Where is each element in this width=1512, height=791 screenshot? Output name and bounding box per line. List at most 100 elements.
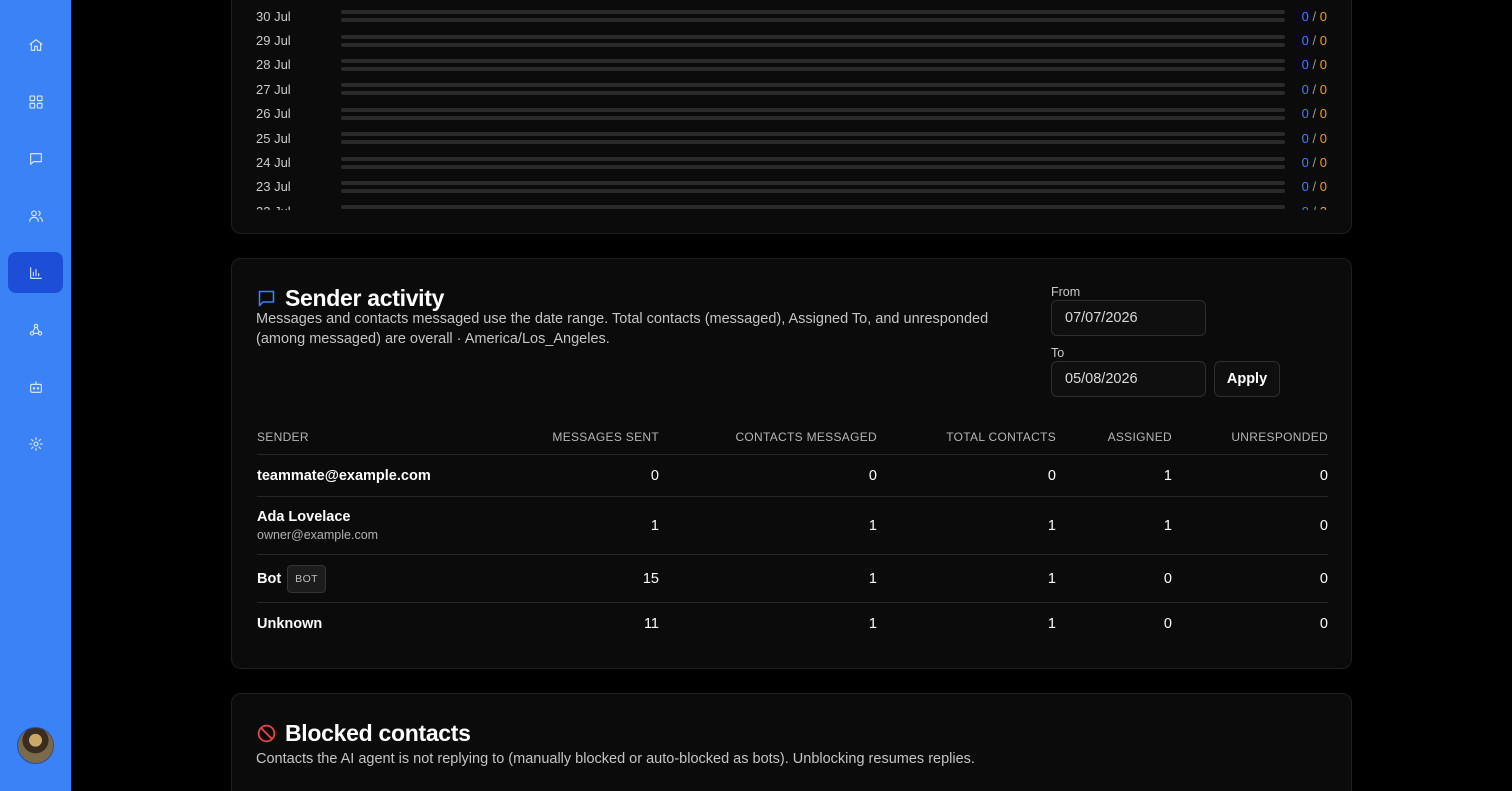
column-header[interactable]: SENDER [257,427,487,455]
day-label: 29 Jul [256,33,291,49]
nav-analytics[interactable] [8,252,63,293]
day-counts: 0 / 0 [1302,82,1327,97]
from-date-input[interactable] [1051,300,1206,336]
unresponded-cell: 0 [1172,554,1328,603]
sidebar [0,0,71,791]
messages-sent-cell: 11 [643,615,659,632]
day-label: 23 Jul [256,179,291,195]
day-counts: 0 / 0 [1302,33,1327,48]
nav-dashboard[interactable] [8,81,63,122]
day-label: 25 Jul [256,130,291,146]
column-header[interactable]: CONTACTS MESSAGED [659,427,877,455]
day-bars [341,156,1285,169]
blocked-contacts-card: Blocked contacts Contacts the AI agent i… [231,693,1352,791]
sent-count: 0 [1301,57,1309,73]
day-counts: 0 / 0 [1302,106,1327,121]
apply-button[interactable]: Apply [1214,361,1280,397]
count-separator: / [1312,130,1317,146]
daily-activity-list[interactable]: 30 Jul 0 / 0 29 Jul 0 / 0 28 Jul 0 / 0 27 Jul 0… [256,4,1331,210]
table-row[interactable]: Ada Lovelace owner@example.com 1 1 1 1 0 [257,496,1328,555]
day-counts: 0 / 2 [1302,204,1327,210]
column-header[interactable]: TOTAL CONTACTS [877,427,1056,455]
nav-settings[interactable] [8,423,63,464]
sent-bar [341,58,1285,63]
webhook-icon [29,323,42,336]
received-bar [341,140,1285,145]
users-icon [28,209,43,222]
to-label: To [1051,346,1065,360]
received-bar [341,188,1285,193]
day-counts: 0 / 0 [1302,155,1327,170]
count-separator: / [1312,81,1317,97]
count-separator: / [1312,155,1317,171]
assigned-cell: 1 [1056,496,1172,555]
to-date-input[interactable] [1051,361,1206,397]
day-bars [341,205,1285,210]
count-separator: / [1313,204,1317,210]
sent-bar [341,156,1285,161]
from-label: From [1051,285,1081,299]
nav-chats[interactable] [8,138,63,179]
received-count: 0 [1319,130,1327,146]
sent-count: 0 [1301,179,1309,195]
section-description: Messages and contacts messaged use the d… [256,311,989,347]
received-count: 0 [1319,155,1327,171]
sent-count: 0 [1301,33,1309,49]
sent-count: 0 [1301,155,1309,171]
contacts-messaged-cell: 1 [868,615,877,632]
count-separator: / [1312,57,1317,73]
table-header-row: SENDER MESSAGES SENT CONTACTS MESSAGED T… [257,427,1328,455]
sent-count: 0 [1301,130,1309,146]
column-header[interactable]: MESSAGES SENT [487,427,659,455]
column-header[interactable]: ASSIGNED [1056,427,1172,455]
day-counts: 0 / 0 [1302,9,1327,24]
sender-cell: Bot BOT [257,554,487,603]
received-count: 0 [1319,106,1327,122]
bar-chart-icon [29,266,42,279]
column-header[interactable]: UNRESPONDED [1172,427,1328,455]
sender-name: Unknown [257,615,323,632]
received-bar [341,164,1285,169]
daily-row: 27 Jul 0 / 0 [256,77,1331,101]
chat-icon [29,152,42,165]
unresponded-cell: 0 [1172,496,1328,555]
user-avatar[interactable] [17,727,54,764]
sent-count: 0 [1301,106,1309,122]
table-row[interactable]: Bot BOT 15 1 1 0 0 [257,554,1328,603]
sender-table: SENDER MESSAGES SENT CONTACTS MESSAGED T… [257,427,1328,645]
daily-activity-card: 30 Jul 0 / 0 29 Jul 0 / 0 28 Jul 0 / 0 27 Jul 0… [231,0,1352,234]
day-label: 24 Jul [256,155,291,171]
received-count: 0 [1319,57,1327,73]
sender-email: owner@example.com [257,528,379,542]
day-bars [341,132,1285,145]
sent-bar [341,180,1285,185]
section-description: Contacts the AI agent is not replying to… [256,751,975,767]
unresponded-cell: 0 [1172,454,1328,497]
sent-bar [341,107,1285,112]
received-count: 0 [1319,81,1327,97]
sender-name: teammate@example.com [257,467,431,484]
daily-row: 26 Jul 0 / 0 [256,102,1331,126]
messages-sent-cell: 15 [487,554,659,603]
day-label: 26 Jul [256,106,291,122]
sender-activity-card: Sender activity Messages and contacts me… [231,258,1352,669]
chat-icon [258,290,275,307]
sender-cell: Unknown [257,603,487,645]
sent-bar [341,34,1285,39]
received-count: 0 [1319,179,1327,195]
messages-sent-cell: 1 [487,496,659,555]
total-contacts-cell: 1 [877,554,1056,603]
table-row[interactable]: teammate@example.com 0 0 0 1 0 [257,454,1328,497]
nav-webhooks[interactable] [8,309,63,350]
daily-row: 30 Jul 0 / 0 [256,4,1331,28]
sent-count: 0 [1302,204,1309,210]
sent-count: 0 [1301,81,1309,97]
daily-row: 22 Jul 0 / 2 [256,199,1331,210]
bot-icon [29,380,42,393]
table-row[interactable]: Unknown 11 1 1 0 0 [257,603,1328,645]
nav-contacts[interactable] [8,195,63,236]
assigned-cell: 0 [1056,554,1172,603]
total-contacts-cell: 0 [877,454,1056,497]
nav-bot[interactable] [8,366,63,407]
nav-home[interactable] [8,24,63,65]
